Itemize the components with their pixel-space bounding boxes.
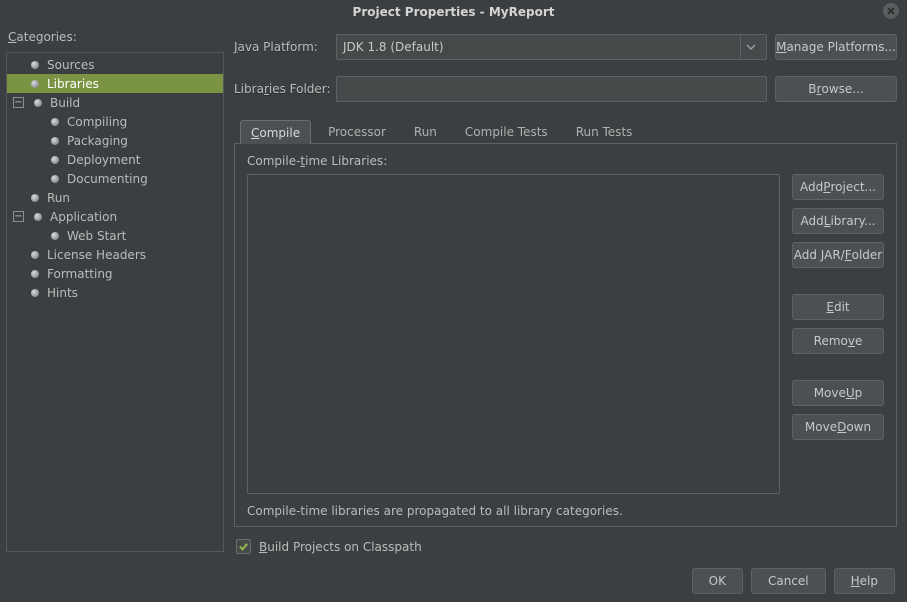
tab-content-compile: Compile-time Libraries: Add Project... A…: [234, 144, 897, 527]
tree-item-sources[interactable]: Sources: [7, 55, 223, 74]
titlebar: Project Properties - MyReport: [0, 0, 907, 24]
java-platform-row: Java Platform: JDK 1.8 (Default) Manage …: [234, 34, 897, 60]
tab-run[interactable]: Run: [403, 119, 448, 143]
move-down-button[interactable]: Move Down: [792, 414, 884, 440]
categories-tree: Sources Libraries −Build Compiling Packa…: [6, 52, 224, 552]
browse-button[interactable]: Browse...: [775, 76, 897, 102]
edit-button[interactable]: Edit: [792, 294, 884, 320]
tab-compile[interactable]: Compile: [240, 120, 311, 144]
tree-item-license[interactable]: License Headers: [7, 245, 223, 264]
tree-item-libraries[interactable]: Libraries: [7, 74, 223, 93]
propagate-note: Compile-time libraries are propagated to…: [247, 504, 884, 518]
build-classpath-label: Build Projects on Classpath: [259, 540, 422, 554]
tab-processor[interactable]: Processor: [317, 119, 397, 143]
compile-time-libraries-label: Compile-time Libraries:: [247, 154, 884, 168]
add-library-button[interactable]: Add Library...: [792, 208, 884, 234]
libraries-folder-row: Libraries Folder: Browse...: [234, 76, 897, 102]
tree-item-webstart[interactable]: Web Start: [7, 226, 223, 245]
tree-item-run[interactable]: Run: [7, 188, 223, 207]
collapse-icon[interactable]: −: [13, 211, 24, 222]
tree-item-hints[interactable]: Hints: [7, 283, 223, 302]
chevron-down-icon: [740, 35, 760, 59]
help-button[interactable]: Help: [834, 568, 895, 594]
tabbar: Compile Processor Run Compile Tests Run …: [234, 118, 897, 144]
java-platform-combo[interactable]: JDK 1.8 (Default): [336, 34, 767, 60]
collapse-icon[interactable]: −: [13, 97, 24, 108]
java-platform-value: JDK 1.8 (Default): [343, 40, 444, 54]
tree-item-documenting[interactable]: Documenting: [7, 169, 223, 188]
window-title: Project Properties - MyReport: [353, 5, 555, 19]
manage-platforms-button[interactable]: Manage Platforms...: [775, 34, 897, 60]
tab-compile-tests[interactable]: Compile Tests: [454, 119, 559, 143]
tree-item-formatting[interactable]: Formatting: [7, 264, 223, 283]
tab-run-tests[interactable]: Run Tests: [565, 119, 644, 143]
tree-item-application[interactable]: −Application: [7, 207, 223, 226]
ok-button[interactable]: OK: [692, 568, 743, 594]
dialog-footer: OK Cancel Help: [0, 560, 907, 602]
tree-item-packaging[interactable]: Packaging: [7, 131, 223, 150]
compile-time-libraries-list[interactable]: [247, 174, 780, 494]
libraries-folder-input[interactable]: [336, 76, 767, 102]
remove-button[interactable]: Remove: [792, 328, 884, 354]
build-classpath-row: Build Projects on Classpath: [236, 539, 897, 554]
tree-item-build[interactable]: −Build: [7, 93, 223, 112]
cancel-button[interactable]: Cancel: [751, 568, 826, 594]
library-buttons: Add Project... Add Library... Add JAR/Fo…: [792, 174, 884, 494]
libraries-folder-label: Libraries Folder:: [234, 82, 336, 96]
right-pane: Java Platform: JDK 1.8 (Default) Manage …: [234, 30, 897, 554]
build-classpath-checkbox[interactable]: [236, 539, 251, 554]
move-up-button[interactable]: Move Up: [792, 380, 884, 406]
close-icon[interactable]: [883, 3, 899, 19]
java-platform-label: Java Platform:: [234, 40, 336, 54]
add-jar-folder-button[interactable]: Add JAR/Folder: [792, 242, 884, 268]
content-area: Sources Libraries −Build Compiling Packa…: [0, 24, 907, 560]
tree-item-deployment[interactable]: Deployment: [7, 150, 223, 169]
add-project-button[interactable]: Add Project...: [792, 174, 884, 200]
tree-item-compiling[interactable]: Compiling: [7, 112, 223, 131]
